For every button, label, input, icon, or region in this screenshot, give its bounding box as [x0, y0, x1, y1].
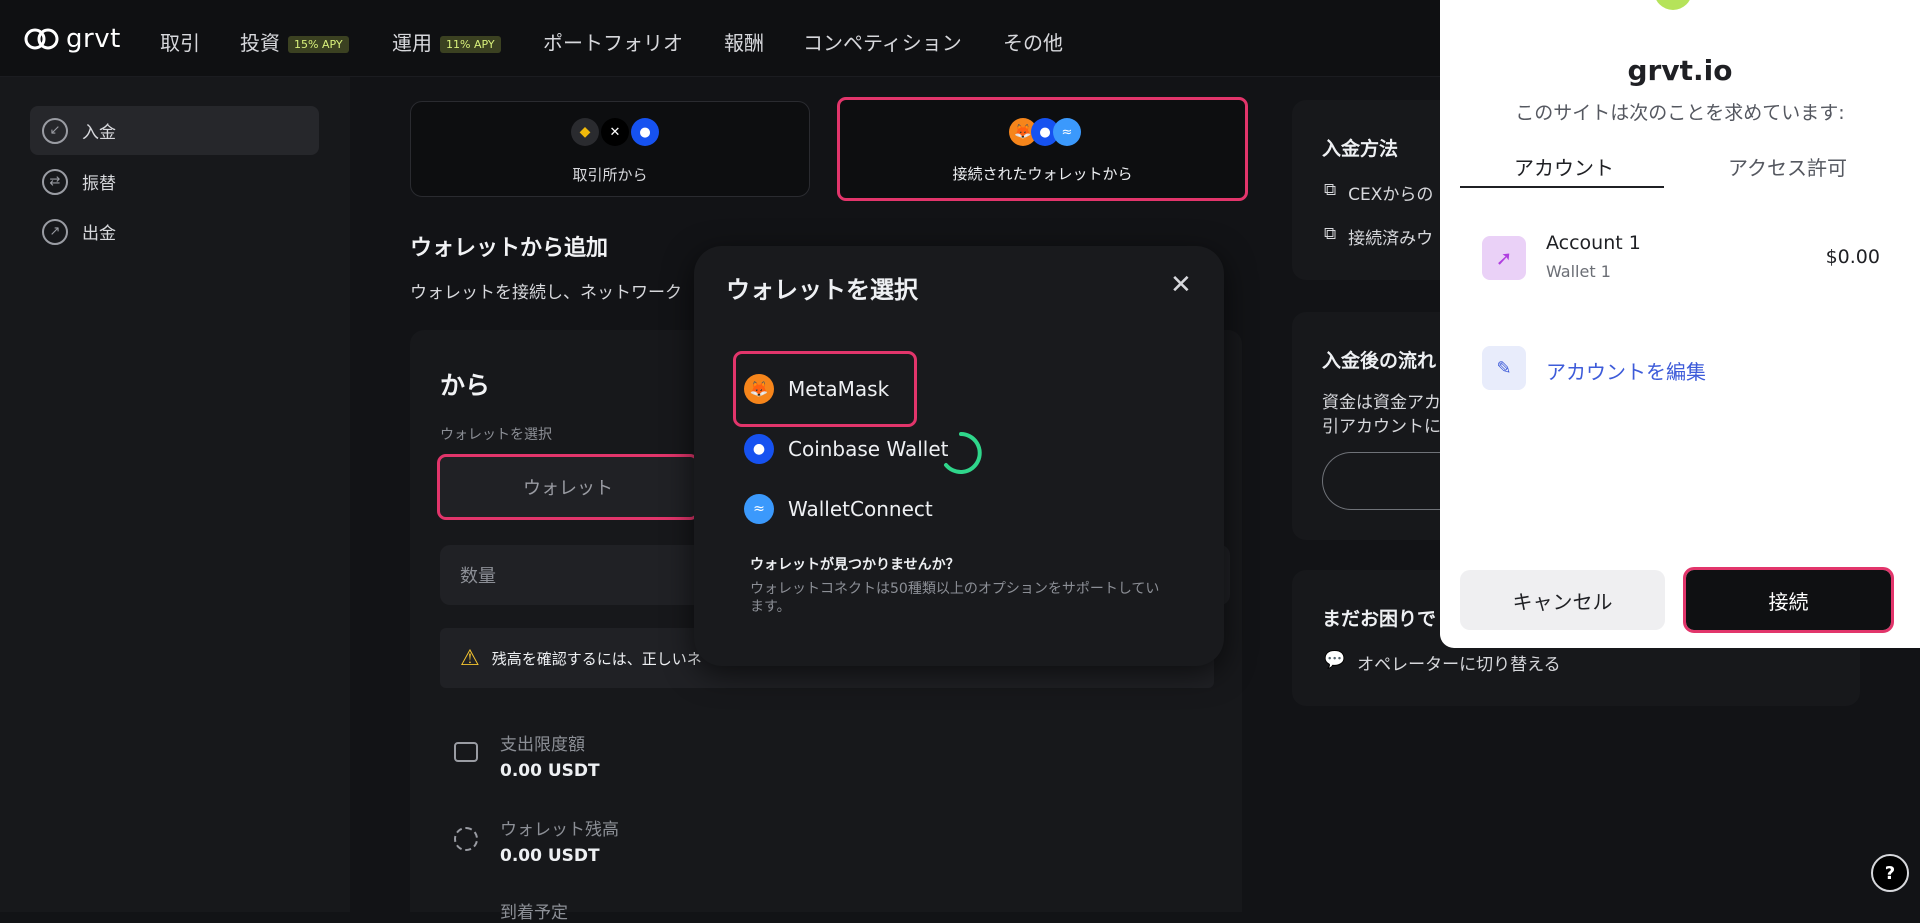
flow-title: 入金後の流れ: [1322, 350, 1437, 372]
walletconnect-icon: ≈: [1053, 118, 1081, 146]
wallet-option-metamask[interactable]: 🦊 MetaMask: [744, 374, 889, 404]
spend-limit-label: 支出限度額: [500, 735, 585, 755]
apy-badge: 15% APY: [288, 36, 349, 53]
tab-permission[interactable]: アクセス許可: [1728, 152, 1847, 181]
nav-more[interactable]: その他: [1003, 27, 1063, 56]
spend-limit-value: 0.00 USDT: [500, 761, 600, 781]
operator-link[interactable]: 💬 オペレーターに切り替える: [1324, 650, 1561, 675]
help-button[interactable]: ?: [1871, 854, 1909, 892]
warning-icon: ⚠: [460, 645, 480, 671]
sidebar-item-label: 入金: [82, 123, 116, 143]
not-found-title: ウォレットが見つかりませんか？: [750, 557, 960, 573]
wallet-balance-row: ウォレット残高 0.00 USDT: [454, 815, 619, 866]
sidebar-item-label: 振替: [82, 174, 116, 194]
from-title: から: [440, 371, 491, 400]
metamask-icon: 🦊: [744, 374, 774, 404]
section-title: ウォレットから追加: [410, 236, 609, 261]
wallet-balance-label: ウォレット残高: [500, 820, 619, 840]
grvt-logo-icon: [24, 28, 59, 50]
grvt-logo[interactable]: grvt: [24, 24, 121, 54]
loading-spinner: [944, 432, 982, 474]
source-exchange-card[interactable]: ◆ ✕ ● 取引所から: [410, 101, 810, 197]
flow-desc-2: 引アカウントに: [1322, 417, 1441, 437]
arrow-down-left-icon: ↙: [42, 117, 68, 144]
sidebar-item-transfer[interactable]: ⇄ 振替: [30, 157, 319, 206]
okx-icon: ✕: [601, 118, 629, 146]
wallet-icons: 🦊 ● ≈: [1009, 118, 1081, 146]
spend-limit-row: 支出限度額 0.00 USDT: [454, 730, 600, 781]
connect-button[interactable]: 接続: [1683, 567, 1894, 633]
wallet-select-modal: ウォレットを選択 ✕ 🦊 MetaMask ● Coinbase Wallet …: [694, 246, 1224, 666]
wallet-option-walletconnect[interactable]: ≈ WalletConnect: [744, 494, 933, 524]
sidebar-item-withdraw[interactable]: ↗ 出金: [30, 207, 319, 256]
site-request: このサイトは次のことを求めています:: [1515, 102, 1845, 124]
source-exchange-label: 取引所から: [572, 166, 648, 184]
chat-icon: 💬: [1324, 650, 1346, 670]
edit-account-link[interactable]: アカウントを編集: [1546, 356, 1706, 385]
exchange-icons: ◆ ✕ ●: [571, 118, 659, 146]
arrow-up-right-icon: ↗: [42, 218, 68, 245]
nav-rewards[interactable]: 報酬: [724, 27, 764, 56]
binance-icon: ◆: [571, 118, 599, 146]
external-link-icon: ⧉: [1324, 180, 1337, 200]
tab-account[interactable]: アカウント: [1514, 152, 1614, 181]
logo-text: grvt: [66, 24, 121, 54]
close-icon[interactable]: ✕: [1170, 270, 1192, 300]
method-cex-link[interactable]: ⧉ CEXからの: [1324, 180, 1433, 205]
nav-earn[interactable]: 運用 11% APY: [392, 27, 501, 56]
method-wallet-link[interactable]: ⧉ 接続済みウ: [1324, 224, 1433, 249]
account-balance: $0.00: [1825, 246, 1880, 268]
modal-title: ウォレットを選択: [726, 276, 918, 304]
section-description: ウォレットを接続し、ネットワーク: [410, 283, 682, 303]
nav-trade[interactable]: 取引: [160, 27, 200, 56]
nav-portfolio[interactable]: ポートフォリオ: [543, 27, 683, 56]
arrival-label: 到着予定: [500, 903, 568, 923]
not-found-desc: ウォレットコネクトは50種類以上のオプションをサポートしています。: [750, 581, 1160, 615]
sidebar: ↙ 入金 ⇄ 振替 ↗ 出金: [0, 77, 350, 912]
wallet-connect-popup: grvt.io このサイトは次のことを求めています: アカウント アクセス許可 …: [1440, 0, 1920, 648]
account-name: Account 1: [1546, 232, 1641, 254]
wallet-icon: [454, 742, 478, 762]
flow-desc-1: 資金は資金アカ: [1322, 393, 1441, 413]
nav-competition[interactable]: コンペティション: [803, 27, 962, 56]
cancel-button[interactable]: キャンセル: [1460, 570, 1665, 630]
edit-icon: ✎: [1482, 346, 1526, 390]
sidebar-item-deposit[interactable]: ↙ 入金: [30, 106, 319, 155]
help-title: まだお困りで: [1322, 608, 1437, 630]
source-wallet-card[interactable]: 🦊 ● ≈ 接続されたウォレットから: [837, 97, 1248, 201]
wallet-balance-value: 0.00 USDT: [500, 846, 600, 866]
wallet-option-coinbase[interactable]: ● Coinbase Wallet: [744, 434, 948, 464]
tab-underline: [1460, 186, 1664, 188]
source-wallet-label: 接続されたウォレットから: [952, 165, 1133, 183]
transfer-icon: ⇄: [42, 168, 68, 195]
wallet-select-label: ウォレットを選択: [440, 427, 552, 443]
site-favicon: [1654, 0, 1692, 10]
apy-badge: 11% APY: [440, 36, 501, 53]
wallet-select-dropdown[interactable]: ウォレット: [437, 454, 699, 520]
nav-invest[interactable]: 投資 15% APY: [240, 27, 349, 56]
coinbase-icon: ●: [631, 118, 659, 146]
account-avatar: ➚: [1482, 236, 1526, 280]
site-name: grvt.io: [1627, 54, 1733, 87]
sidebar-item-label: 出金: [82, 224, 116, 244]
account-wallet: Wallet 1: [1546, 262, 1611, 281]
coinbase-icon: ●: [744, 434, 774, 464]
walletconnect-icon: ≈: [744, 494, 774, 524]
methods-title: 入金方法: [1322, 138, 1399, 160]
external-link-icon: ⧉: [1324, 224, 1337, 244]
balance-icon: [454, 827, 478, 851]
